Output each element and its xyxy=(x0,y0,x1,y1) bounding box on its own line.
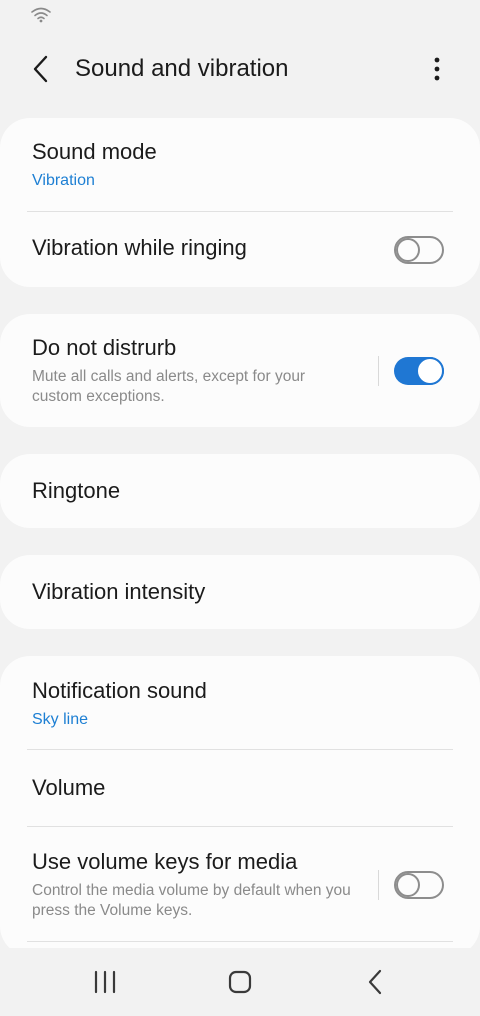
status-bar xyxy=(0,0,480,34)
ringtone-row[interactable]: Ringtone xyxy=(0,454,480,528)
vertical-divider xyxy=(378,870,379,900)
do-not-disturb-toggle[interactable] xyxy=(394,357,444,385)
sound-mode-row[interactable]: Sound mode Vibration xyxy=(0,118,480,211)
do-not-disturb-title: Do not distrurb xyxy=(32,335,177,360)
do-not-disturb-description: Mute all calls and alerts, except for yo… xyxy=(32,368,306,405)
volume-keys-media-toggle[interactable] xyxy=(394,871,444,899)
vibration-while-ringing-row[interactable]: Vibration while ringing xyxy=(0,212,480,287)
do-not-disturb-card: Do not distrurb Mute all calls and alert… xyxy=(0,314,480,427)
toggle-knob xyxy=(416,357,444,385)
page-title: Sound and vibration xyxy=(75,55,289,82)
vibration-intensity-title: Vibration intensity xyxy=(32,579,206,604)
volume-keys-media-description: Control the media volume by default when… xyxy=(32,882,351,919)
sound-settings-card: Sound mode Vibration Vibration while rin… xyxy=(0,118,480,287)
volume-keys-media-title: Use volume keys for media xyxy=(32,849,298,874)
more-options-icon[interactable] xyxy=(424,54,450,84)
home-icon[interactable] xyxy=(225,968,255,996)
do-not-disturb-row[interactable]: Do not distrurb Mute all calls and alert… xyxy=(0,314,480,427)
notification-sound-row[interactable]: Notification sound Sky line xyxy=(0,656,480,749)
navigation-bar xyxy=(0,948,480,1016)
vibration-intensity-row[interactable]: Vibration intensity xyxy=(0,555,480,629)
vertical-divider xyxy=(378,356,379,386)
vibration-while-ringing-title: Vibration while ringing xyxy=(32,235,247,260)
notification-sound-title: Notification sound xyxy=(32,678,207,703)
toggle-knob xyxy=(396,873,420,897)
sound-mode-title: Sound mode xyxy=(32,139,157,164)
nav-back-icon[interactable] xyxy=(360,968,390,996)
vibration-intensity-card: Vibration intensity xyxy=(0,555,480,629)
ringtone-card: Ringtone xyxy=(0,454,480,528)
divider xyxy=(27,941,453,942)
sound-mode-value: Vibration xyxy=(32,172,95,189)
volume-title: Volume xyxy=(32,775,106,800)
volume-row[interactable]: Volume xyxy=(0,750,480,825)
back-arrow-icon[interactable] xyxy=(26,54,56,84)
volume-keys-media-row[interactable]: Use volume keys for media Control the me… xyxy=(0,827,480,940)
notification-volume-card: Notification sound Sky line Volume Use v… xyxy=(0,656,480,956)
recent-apps-icon[interactable] xyxy=(90,968,120,996)
notification-sound-value: Sky line xyxy=(32,711,89,728)
app-bar: Sound and vibration xyxy=(0,34,480,104)
vibration-while-ringing-toggle[interactable] xyxy=(394,236,444,264)
toggle-knob xyxy=(396,238,420,262)
ringtone-title: Ringtone xyxy=(32,478,121,503)
wifi-icon xyxy=(31,7,51,23)
